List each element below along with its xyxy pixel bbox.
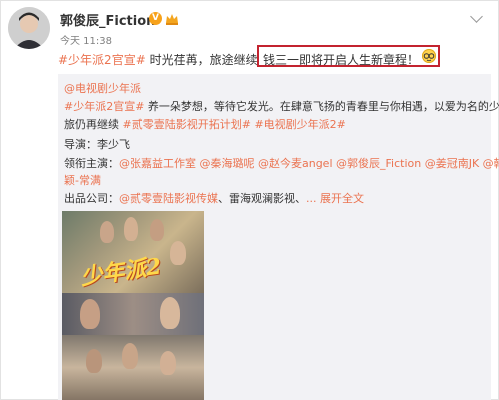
hashtag-link[interactable]: #电视剧少年派2# <box>254 118 345 131</box>
poster-figure <box>160 297 180 329</box>
poster-figure <box>122 343 138 369</box>
company-text: 、雷海观澜影视、 <box>218 192 306 205</box>
repost-body: 养一朵梦想，等待它发光。在肆意飞扬的青春里与你相遇，以爱为名的少年之 <box>144 100 499 113</box>
hashtag-link[interactable]: #贰零壹陆影视开拓计划# <box>123 118 251 131</box>
poster-bottom-photo <box>62 335 204 400</box>
company-label: 出品公司： <box>64 192 119 205</box>
repost-account-link[interactable]: @电视剧少年派 <box>64 82 141 95</box>
expand-full-text-link[interactable]: ... 展开全文 <box>306 192 364 205</box>
glasses-emoji-icon <box>422 49 436 63</box>
repost-account[interactable]: @电视剧少年派 <box>64 80 141 96</box>
poster-figure <box>170 241 186 265</box>
cast-links[interactable]: @张嘉益工作室 @秦海璐呢 @赵今麦angel @郭俊辰_Fiction @姜冠… <box>119 157 499 170</box>
poster-mid-photo <box>62 293 204 335</box>
verified-icon: V <box>149 12 162 25</box>
hashtag-link[interactable]: #少年派2官宣# <box>58 53 146 67</box>
company-line: 出品公司：@贰零壹陆影视传媒、雷海观澜影视、... 展开全文 <box>64 190 364 206</box>
vip-crown-icon <box>165 11 179 25</box>
repost-block: @电视剧少年派 #少年派2官宣# 养一朵梦想，等待它发光。在肆意飞扬的青春里与你… <box>58 74 499 400</box>
cast-line-2: 颖-常满 <box>64 172 101 188</box>
hashtag-link[interactable]: #少年派2官宣# <box>64 100 144 113</box>
repost-text-line-1: #少年派2官宣# 养一朵梦想，等待它发光。在肆意飞扬的青春里与你相遇，以爱为名的… <box>64 98 499 114</box>
repost-body-continued: 旅仍再继续 <box>64 118 119 131</box>
poster-figure <box>80 299 100 329</box>
username[interactable]: 郭俊辰_Fiction <box>60 10 155 29</box>
repost-text-line-2: 旅仍再继续 #贰零壹陆影视开拓计划# #电视剧少年派2# <box>64 116 346 132</box>
cast-label: 领衔主演： <box>64 157 119 170</box>
highlight-text: 钱三一即将开启人生新章程！ <box>263 53 420 67</box>
cast-line: 领衔主演：@张嘉益工作室 @秦海璐呢 @赵今麦angel @郭俊辰_Fictio… <box>64 155 499 171</box>
poster-figure <box>86 349 102 373</box>
poster-figure <box>100 221 114 243</box>
poster-image[interactable]: 少年派2 <box>62 211 204 400</box>
post-meta: 今天 11:38 <box>60 32 118 47</box>
post-text: #少年派2官宣# 时光荏苒，旅途继续 <box>58 51 258 68</box>
avatar[interactable] <box>8 7 50 49</box>
post-time: 今天 11:38 <box>60 36 112 47</box>
company-link[interactable]: @贰零壹陆影视传媒 <box>119 192 218 205</box>
director-line: 导演：李少飞 <box>64 138 130 151</box>
poster-figure <box>160 351 176 375</box>
poster-figure <box>150 219 164 241</box>
poster-figure <box>124 217 138 241</box>
cast-link-continued[interactable]: 颖-常满 <box>64 174 101 187</box>
post-body-text: 时光荏苒，旅途继续 <box>145 53 258 67</box>
